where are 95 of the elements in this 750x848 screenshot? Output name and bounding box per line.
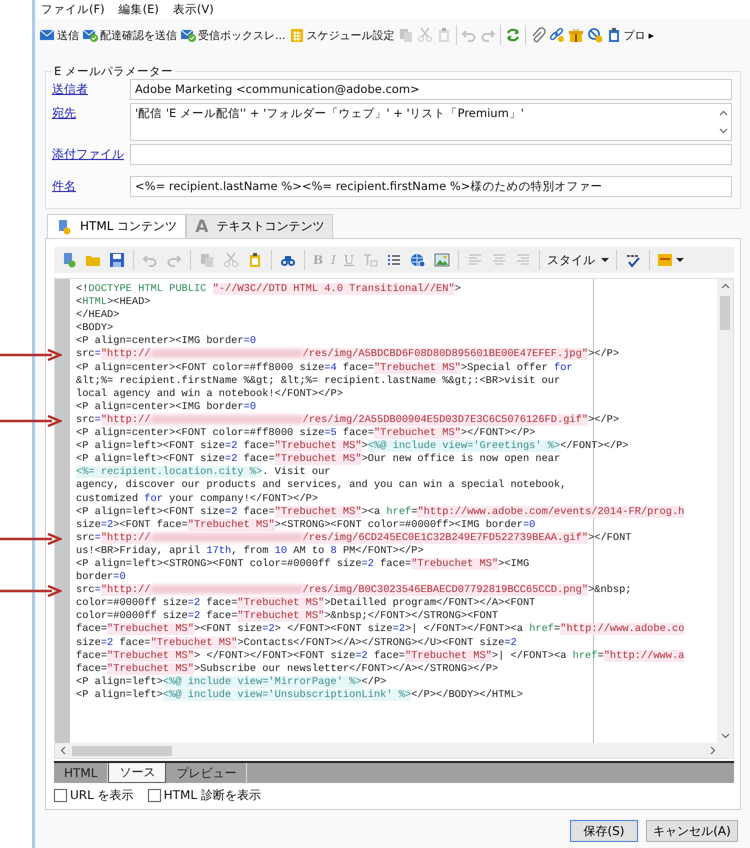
code-line: <P align=center><FONT color=#ff8000 size=5 face="Trebuchet MS"></FONT></P> <box>76 427 536 440</box>
input-field[interactable]: <%= recipient.lastName %><%= recipient.firstName %>様のための特別オファー <box>130 176 732 197</box>
group-title: E メールパラメーター <box>53 64 174 79</box>
scroll-up-icon[interactable] <box>720 282 730 291</box>
code-line: <P align=left><FONT size=2 face="Trebuchet MS">Our new office is now open near <box>76 453 562 466</box>
scroll-thumb[interactable] <box>720 296 730 330</box>
link-icon <box>548 27 564 43</box>
overflow-button[interactable]: ▸ <box>648 24 656 46</box>
refresh-icon <box>504 27 520 43</box>
dialog-button[interactable]: 保存(S) <box>570 820 638 842</box>
code-line: <P align=center><FONT color=#ff8000 size=4 face="Trebuchet MS">Special offer for <box>76 362 574 375</box>
code-line: &lt;%= recipient.firstName %&gt; &lt;%= recipient.lastName %&gt;:<BR>visit our <box>76 374 562 388</box>
scroll-left-icon[interactable] <box>59 746 68 755</box>
field-link[interactable]: 送信者 <box>52 79 130 98</box>
code-line: customized for your company!</FONT></P> <box>76 492 320 506</box>
envelope-check-icon <box>180 27 196 43</box>
toolbar-button[interactable]: スケジュール設定 <box>288 24 396 46</box>
code-line: local agency and win a notebook!</FONT></P> <box>76 388 344 401</box>
new-document-icon <box>61 252 77 268</box>
code-line: </HEAD> <box>76 309 120 322</box>
code-line: agency, discover our products and services, and you can win a special notebook, <box>76 479 568 492</box>
color-icon <box>657 252 674 268</box>
scissors-icon <box>416 27 432 43</box>
code-line: face="Trebuchet MS"><FONT size=2> </FONT><FONT size=2>| </FONT></FONT><a href="http://www.adobe.co <box>76 623 686 637</box>
code-line: src="http:// /res/img/2A55DB00904E5D03D7E3C6C5076126FD.gif"></P> <box>76 414 620 428</box>
toolbar-button[interactable]: 配達確認を送信 <box>81 24 178 46</box>
toolbar-button[interactable]: 送信 <box>38 24 80 46</box>
scroll-down-icon[interactable] <box>720 731 730 740</box>
scrollbar[interactable] <box>54 743 734 759</box>
scroll-up-icon[interactable] <box>719 109 728 118</box>
code-line: src="http:// /res/img/A5BDCBD6F08D80D895601BE00E47EFEF.jpg"></P> <box>76 348 620 362</box>
code-line: face="Trebuchet MS">Subscribe our newsletter</FONT></A></STRONG></P> <box>76 662 500 676</box>
bullet-list-icon <box>386 252 402 268</box>
clipboard-icon <box>247 252 263 268</box>
scroll-down-icon[interactable] <box>719 126 728 135</box>
scissors-icon <box>223 252 239 268</box>
code-line: <P align=center><IMG border=0 <box>76 400 258 414</box>
text-area[interactable]: '配信 'E メール配信'' + 'フォルダー「ウェブ」' + 'リスト「Premium」' <box>130 103 732 141</box>
code-line: us!<BR>Friday, april 17th, from 10 AM to 8 PM</FONT></P> <box>76 544 425 558</box>
toolbar-button[interactable]: 受信ボックスレ... <box>179 24 286 46</box>
scroll-thumb[interactable] <box>72 746 172 756</box>
field-link[interactable]: 添付ファイル <box>52 144 130 163</box>
code-line: size=2 face="Trebuchet MS">Contacts</FONT></A></STRONG></U><FONT size=2 <box>76 636 518 650</box>
checkbox[interactable] <box>148 788 161 802</box>
code-line: <P align=left><FONT size=2 face="Trebuchet MS"><a href="http://www.adobe.com/events/2014-FR/prog.h <box>76 506 686 519</box>
field-link[interactable]: 件名 <box>52 176 130 195</box>
code-line: size=2><FONT face="Trebuchet MS"><STRONG><FONT color=#0000ff><IMG border=0 <box>76 518 536 532</box>
toolbar-button[interactable]: プロ <box>604 24 646 46</box>
scroll-right-icon[interactable] <box>708 746 717 755</box>
menu-item[interactable]: 編集(E) <box>118 2 159 17</box>
dropdown[interactable]: スタイル <box>545 249 612 271</box>
envelope-check-icon <box>82 27 98 43</box>
image-icon <box>434 252 450 268</box>
tab[interactable]: HTML コンテンツ <box>47 214 186 238</box>
menu-item[interactable]: 表示(V) <box>172 2 214 17</box>
code-line: src="http:// /res/img/6CD245EC0E1C32B249E7FD522739BEAA.gif"></FONT <box>76 532 633 545</box>
copy-icon <box>199 252 215 268</box>
caret-icon <box>676 257 684 263</box>
menu-item[interactable]: ファイル(F) <box>41 2 105 17</box>
gift-icon <box>568 27 584 43</box>
tab[interactable]: ソース <box>108 763 166 783</box>
code-line: face="Trebuchet MS"> </FONT></FONT><FONT size=2 face="Trebuchet MS">| </FONT><a href="http://www.a <box>76 650 686 663</box>
code-line: <P align=left><FONT size=2 face="Trebuchet MS"><%@ include view='Greetings' %></FONT></P> <box>76 440 630 454</box>
code-line: border=0 <box>76 571 127 584</box>
field-link[interactable]: 宛先 <box>52 103 130 122</box>
caret-icon <box>601 257 610 263</box>
tag-icon <box>586 27 602 43</box>
checkbox[interactable] <box>54 788 67 802</box>
paperclip-icon <box>530 27 546 43</box>
code-line: <P align=left><%@ include view='UnsubscriptionLink' %></P></BODY></HTML> <box>76 688 524 702</box>
code-line: color=#0000ff size=2 face="Trebuchet MS">Detailled program</FONT></A><FONT <box>76 597 536 610</box>
scrollbar[interactable] <box>717 279 733 743</box>
text-format-icon <box>362 252 378 268</box>
code-line: <P align=left><%@ include view='MirrorPage' %></P> <box>76 676 388 689</box>
input-field[interactable] <box>130 144 732 165</box>
save-icon <box>109 252 125 268</box>
spellcheck-icon <box>625 252 642 268</box>
checkbox-label: HTML 診断を表示 <box>164 786 261 804</box>
input-field[interactable]: Adobe Marketing <communication@adobe.com> <box>130 79 732 100</box>
envelope-icon <box>39 27 55 43</box>
copy-icon <box>398 27 414 43</box>
code-line: <P align=left><STRONG><FONT color=#0000ff size=2 face="Trebuchet MS"><IMG <box>76 558 530 572</box>
code-line: color=#0000ff size=2 face="Trebuchet MS">&nbsp;</FONT></STRONG><FONT <box>76 610 500 624</box>
globe-icon <box>410 252 426 268</box>
tab[interactable]: A テキストコンテンツ <box>186 214 334 238</box>
code-line: <%= recipient.location.city %>. Visit our <box>76 466 332 480</box>
code-line: <BODY> <box>76 322 114 336</box>
dialog-button[interactable]: キャンセル(A) <box>646 820 738 842</box>
checkbox-label: URL を表示 <box>70 786 134 804</box>
calendar-icon <box>288 27 304 43</box>
code-line: <!DOCTYPE HTML PUBLIC "-//W3C//DTD HTML 4.0 Transitional//EN"> <box>76 283 462 296</box>
code-line: <P align=center><IMG border=0 <box>76 335 258 348</box>
document-icon <box>56 218 72 234</box>
code-line: <HTML><HEAD> <box>76 296 152 310</box>
code-line: src="http:// /res/img/B0C3023546EBAECD07792819BCC65CCD.png">&nbsp; <box>76 584 633 598</box>
